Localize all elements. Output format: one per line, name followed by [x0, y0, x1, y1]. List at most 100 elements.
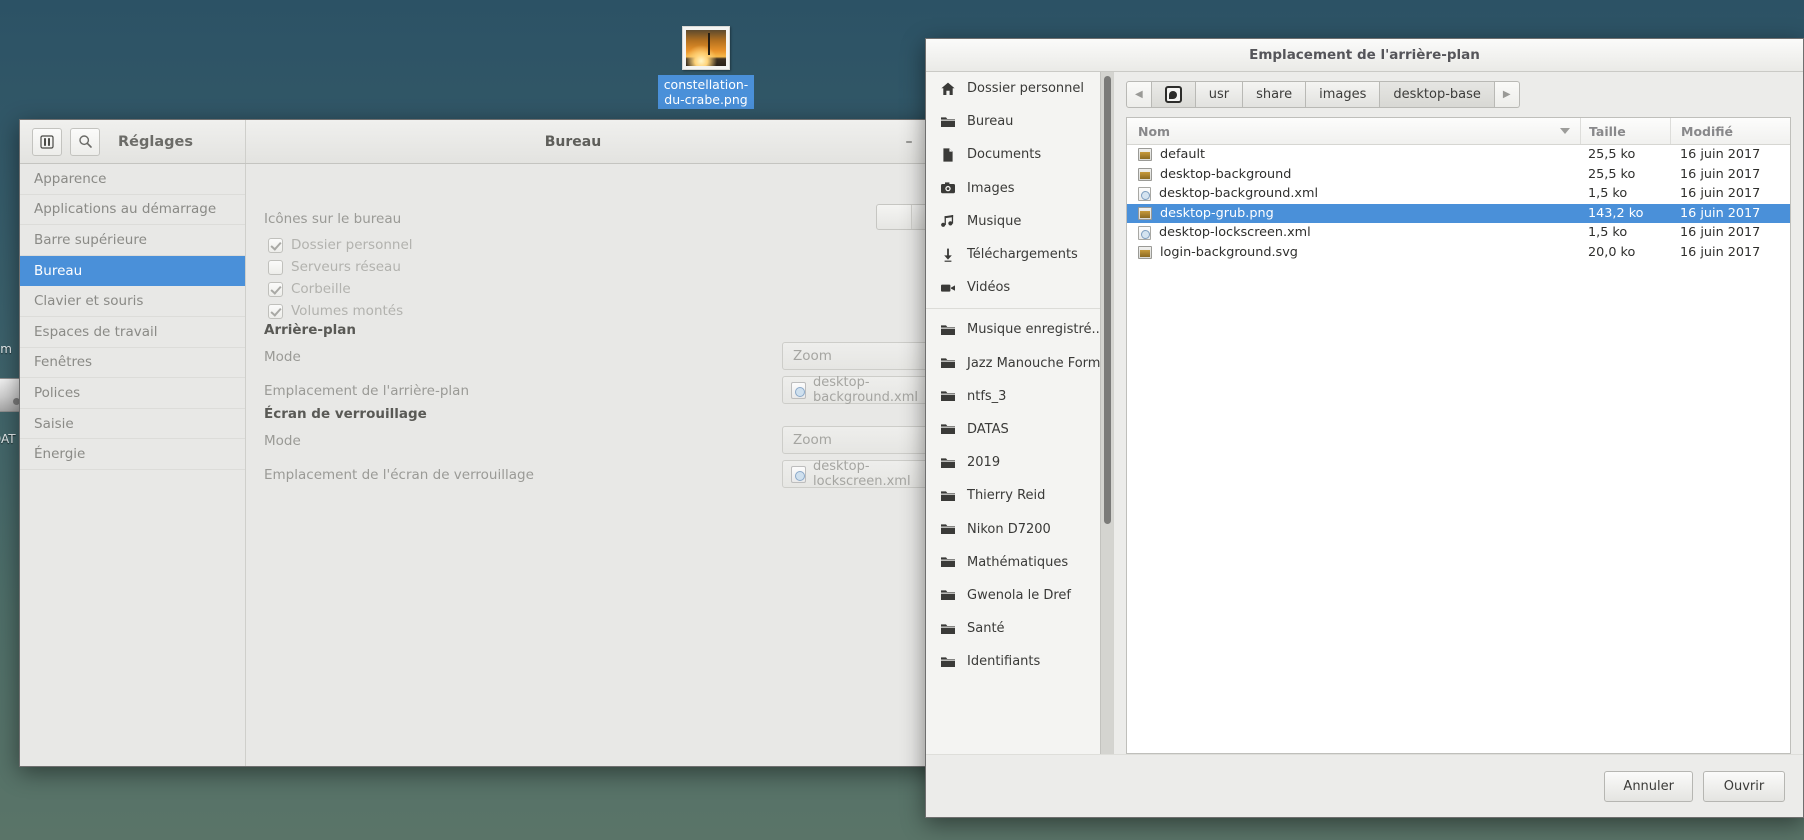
place-thierry-reid[interactable]: Thierry Reid — [926, 479, 1113, 512]
sidebar-item-bureau[interactable]: Bureau — [20, 255, 245, 287]
file-modified: 16 juin 2017 — [1680, 205, 1761, 221]
column-header-name[interactable]: Nom — [1127, 124, 1580, 139]
background-heading: Arrière-plan — [264, 322, 356, 338]
settings-pane-title: Réglages — [118, 133, 193, 150]
path-segment-usr[interactable]: usr — [1195, 81, 1244, 108]
place-label: Bureau — [967, 114, 1014, 130]
place-label: Identifiants — [967, 654, 1041, 670]
table-row[interactable]: login-background.svg 20,0 ko 16 juin 201… — [1127, 243, 1790, 263]
place-mathematiques[interactable]: Mathématiques — [926, 546, 1113, 579]
sidebar-item-espaces[interactable]: Espaces de travail — [20, 317, 245, 348]
file-size: 20,0 ko — [1588, 244, 1636, 260]
dialog-title: Emplacement de l'arrière-plan — [926, 39, 1803, 72]
desktop-drive-label: DAT — [0, 432, 16, 446]
place-label: Gwenola le Dref — [967, 587, 1071, 603]
path-segment-images[interactable]: images — [1306, 81, 1381, 108]
image-file-icon — [1138, 167, 1152, 181]
checkbox-corbeille[interactable]: Corbeille — [268, 281, 351, 297]
settings-body: Apparence Applications au démarrage Barr… — [20, 164, 998, 766]
folder-icon — [941, 657, 955, 667]
table-row[interactable]: desktop-lockscreen.xml 1,5 ko 16 juin 20… — [1127, 223, 1790, 243]
column-header-modified[interactable]: Modifié — [1670, 118, 1790, 144]
place-videos[interactable]: Vidéos — [926, 271, 1113, 304]
sidebar-item-energie[interactable]: Énergie — [20, 439, 245, 470]
download-icon — [944, 248, 952, 262]
open-button[interactable]: Ouvrir — [1703, 770, 1785, 802]
folder-icon — [941, 117, 955, 127]
place-ntfs3[interactable]: ntfs_3 — [926, 380, 1113, 413]
minimize-button[interactable]: – — [900, 133, 918, 151]
place-images[interactable]: Images — [926, 172, 1113, 205]
place-dossier-personnel[interactable]: Dossier personnel — [926, 72, 1113, 105]
sidebar-item-applications[interactable]: Applications au démarrage — [20, 195, 245, 226]
place-jazz-manouche[interactable]: Jazz Manouche Form... — [926, 347, 1113, 380]
camera-icon — [941, 182, 955, 194]
xml-file-icon — [1138, 186, 1151, 201]
sidebar-item-polices[interactable]: Polices — [20, 378, 245, 409]
folder-icon — [941, 424, 955, 435]
path-forward-button[interactable]: ▶ — [1494, 81, 1520, 108]
places-scrollbar-thumb[interactable] — [1104, 76, 1111, 524]
file-size: 1,5 ko — [1588, 186, 1628, 202]
place-documents[interactable]: Documents — [926, 138, 1113, 171]
background-location-label: Emplacement de l'arrière-plan — [264, 383, 469, 399]
place-label: ntfs_3 — [967, 388, 1007, 404]
place-datas[interactable]: DATAS — [926, 413, 1113, 446]
settings-window-title: Bureau — [544, 133, 602, 150]
path-segment-share[interactable]: share — [1243, 81, 1307, 108]
file-list: Nom Taille Modifié default 25,5 ko 16 ju… — [1126, 117, 1791, 754]
path-drive-button[interactable] — [1151, 81, 1196, 108]
checkbox-serveurs-reseau[interactable]: Serveurs réseau — [268, 259, 401, 275]
sidebar-item-saisie[interactable]: Saisie — [20, 409, 245, 440]
place-musique[interactable]: Musique — [926, 205, 1113, 238]
settings-window: Réglages Bureau – ✕ Apparence Applicatio… — [19, 119, 999, 767]
lockscreen-location-label: Emplacement de l'écran de verrouillage — [264, 467, 534, 483]
desktop-partial-text-volumes: olum — [0, 342, 12, 356]
path-segment-desktop-base[interactable]: desktop-base — [1380, 81, 1495, 108]
place-telechargements[interactable]: Téléchargements — [926, 238, 1113, 271]
xml-file-icon — [791, 465, 806, 483]
sidebar-item-apparence[interactable]: Apparence — [20, 164, 245, 195]
checkbox-box — [268, 237, 283, 253]
background-mode-value: Zoom — [793, 348, 832, 364]
file-size: 25,5 ko — [1588, 147, 1636, 163]
file-modified: 16 juin 2017 — [1680, 244, 1761, 260]
sidebar-item-barre[interactable]: Barre supérieure — [20, 225, 245, 256]
lockscreen-location-value: desktop-lockscreen.xml — [813, 459, 911, 489]
place-sante[interactable]: Santé — [926, 612, 1113, 645]
place-gwenola-le-dref[interactable]: Gwenola le Dref — [926, 579, 1113, 612]
folder-icon — [941, 325, 955, 335]
column-header-size[interactable]: Taille — [1580, 118, 1670, 144]
settings-sidebar: Apparence Applications au démarrage Barr… — [20, 164, 246, 766]
sidebar-item-clavier[interactable]: Clavier et souris — [20, 286, 245, 317]
file-name: desktop-background.xml — [1159, 186, 1319, 202]
table-row[interactable]: desktop-background 25,5 ko 16 juin 2017 — [1127, 165, 1790, 185]
settings-content: Icônes sur le bureau Dossier personnel S… — [246, 164, 998, 766]
desktop-icon-constellation[interactable]: constellation-du-crabe.png — [650, 26, 762, 109]
place-nikon-d7200[interactable]: Nikon D7200 — [926, 512, 1113, 545]
document-icon — [943, 148, 953, 162]
place-2019[interactable]: 2019 — [926, 446, 1113, 479]
place-label: Téléchargements — [967, 247, 1078, 263]
folder-icon — [941, 623, 955, 634]
place-musique-enregistree[interactable]: Musique enregistré... — [926, 313, 1113, 346]
table-row[interactable]: desktop-grub.png 143,2 ko 16 juin 2017 — [1127, 203, 1790, 223]
search-icon[interactable] — [70, 127, 100, 156]
music-note-icon — [941, 215, 954, 228]
cancel-button[interactable]: Annuler — [1604, 770, 1693, 802]
place-label: Jazz Manouche Form... — [967, 355, 1113, 371]
checkbox-volumes-montes[interactable]: Volumes montés — [268, 303, 403, 319]
places-scrollbar[interactable] — [1100, 72, 1113, 754]
sliders-icon[interactable] — [32, 127, 62, 156]
path-back-button[interactable]: ◀ — [1126, 81, 1152, 108]
checkbox-dossier-personnel[interactable]: Dossier personnel — [268, 237, 413, 253]
place-label: Documents — [967, 147, 1042, 163]
image-file-icon — [1138, 206, 1152, 220]
sidebar-item-fenetres[interactable]: Fenêtres — [20, 348, 245, 379]
lockscreen-mode-value: Zoom — [793, 432, 832, 448]
place-bureau[interactable]: Bureau — [926, 105, 1113, 138]
place-identifiants[interactable]: Identifiants — [926, 645, 1113, 678]
lockscreen-heading: Écran de verrouillage — [264, 406, 427, 422]
table-row[interactable]: default 25,5 ko 16 juin 2017 — [1127, 145, 1790, 165]
table-row[interactable]: desktop-background.xml 1,5 ko 16 juin 20… — [1127, 184, 1790, 204]
